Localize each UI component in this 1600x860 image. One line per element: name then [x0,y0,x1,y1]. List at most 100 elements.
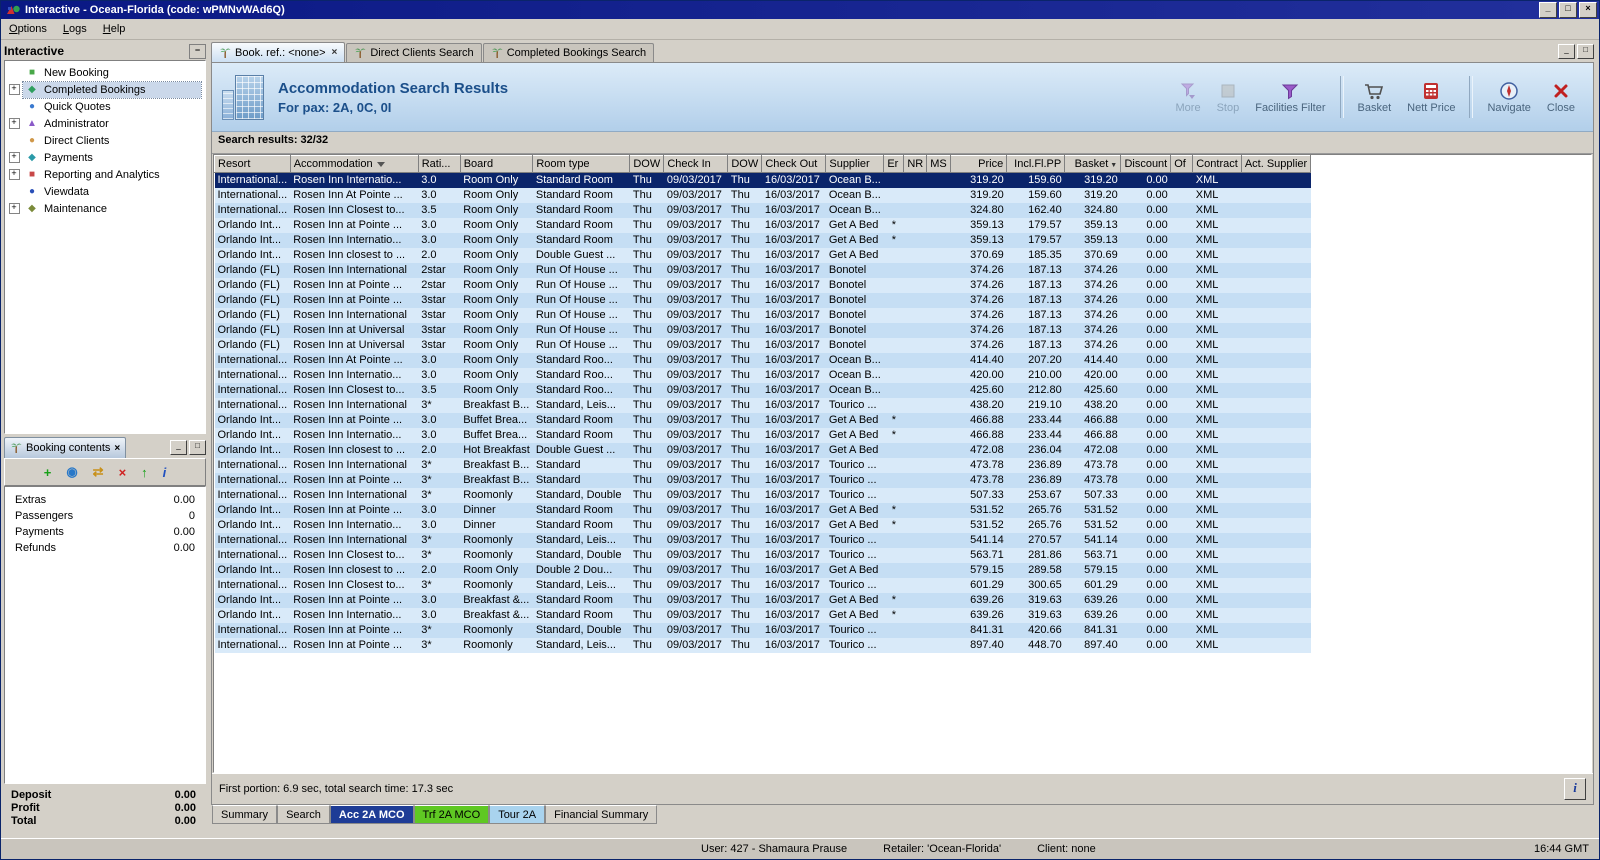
close-button[interactable]: Close [1539,80,1583,114]
menu-help[interactable]: Help [95,20,134,38]
table-row[interactable]: Orlando Int... Rosen Inn at Pointe ... 3.0… [214,217,1311,233]
table-row[interactable]: International... Rosen Inn Internatio... 3… [214,367,1311,383]
expand-icon[interactable]: + [8,203,20,214]
bottom-tab-acc-2a-mco[interactable]: Acc 2A MCO [329,805,414,824]
booking-contents-row[interactable]: Refunds 0.00 [5,540,205,556]
sidebar-item-reporting-and-analytics[interactable]: + ■ Reporting and Analytics [5,166,205,183]
minimize-button[interactable]: _ [1539,2,1557,18]
column-header-check-out[interactable]: Check Out [761,155,827,173]
column-header-supplier[interactable]: Supplier [825,155,885,173]
table-row[interactable]: Orlando Int... Rosen Inn Internatio... 3.0… [214,427,1311,443]
minimize-child-button[interactable]: _ [1558,44,1575,59]
filter-icon[interactable] [376,161,385,167]
column-header-contract[interactable]: Contract [1192,155,1242,173]
table-row[interactable]: Orlando (FL) Rosen Inn at Pointe ... 3star… [214,292,1311,308]
nett-price-button[interactable]: Nett Price [1399,80,1463,114]
column-header-ms[interactable]: MS [926,155,952,173]
column-header-act-supplier[interactable]: Act. Supplier [1240,155,1312,173]
more-button[interactable]: More [1168,80,1209,114]
table-row[interactable]: Orlando Int... Rosen Inn closest to ... 2.… [214,247,1311,263]
collapse-sidebar-button[interactable]: − [189,43,206,59]
stop-button[interactable]: Stop [1209,80,1248,114]
bottom-tab-financial-summary[interactable]: Financial Summary [545,805,658,824]
table-row[interactable]: Orlando (FL) Rosen Inn at Universal 3star R… [214,337,1311,353]
booking-contents-row[interactable]: Passengers 0 [5,508,205,524]
sidebar-item-administrator[interactable]: + ▲ Administrator [5,115,205,132]
column-header-rati[interactable]: Rati... [417,155,461,173]
expand-icon[interactable]: + [8,84,20,95]
transfer-icon[interactable]: ⇄ [93,464,104,480]
column-header-of[interactable]: Of [1170,155,1194,173]
table-row[interactable]: Orlando Int... Rosen Inn closest to ... 2.… [214,442,1311,458]
info-icon[interactable]: i [163,465,167,480]
menu-logs[interactable]: Logs [55,20,95,38]
facilities-filter-button[interactable]: Facilities Filter [1247,80,1333,114]
table-row[interactable]: International... Rosen Inn at Pointe ... 3… [214,622,1311,638]
booking-contents-row[interactable]: Payments 0.00 [5,524,205,540]
booking-contents-row[interactable]: Extras 0.00 [5,492,205,508]
column-header-dow[interactable]: DOW [727,155,763,173]
close-tab-icon[interactable]: × [332,47,338,58]
table-row[interactable]: International... Rosen Inn at Pointe ... 3… [214,472,1311,488]
table-row[interactable]: Orlando (FL) Rosen Inn International 2star… [214,262,1311,278]
tab-direct-clients-search[interactable]: Direct Clients Search [346,43,482,62]
column-header-er[interactable]: Er [883,155,905,173]
table-row[interactable]: Orlando Int... Rosen Inn at Pointe ... 3.0… [214,592,1311,608]
table-row[interactable]: Orlando Int... Rosen Inn at Pointe ... 3.0… [214,502,1311,518]
table-row[interactable]: Orlando Int... Rosen Inn closest to ... 2.… [214,562,1311,578]
table-row[interactable]: International... Rosen Inn at Pointe ... 3… [214,637,1311,653]
table-row[interactable]: Orlando (FL) Rosen Inn International 3star… [214,307,1311,323]
table-row[interactable]: Orlando Int... Rosen Inn Internatio... 3.0… [214,517,1311,533]
info-button[interactable]: i [1564,778,1586,800]
column-header-basket[interactable]: Basket ▼ [1064,155,1122,173]
restore-child-button[interactable]: □ [1577,44,1594,59]
basket-button[interactable]: Basket [1350,80,1400,114]
sidebar-item-new-booking[interactable]: ■ New Booking [5,64,205,81]
tab-book-ref-none[interactable]: Book. ref.: <none> × [211,42,346,62]
column-header-discount[interactable]: Discount [1120,155,1172,173]
navigate-button[interactable]: Navigate [1479,80,1538,114]
sidebar-item-completed-bookings[interactable]: + ◆ Completed Bookings [5,80,205,99]
sidebar-item-maintenance[interactable]: + ◆ Maintenance [5,200,205,217]
minimize-panel-button[interactable]: _ [170,440,187,455]
table-row[interactable]: International... Rosen Inn International 3… [214,487,1311,503]
delete-item-icon[interactable]: × [119,465,127,480]
sidebar-item-viewdata[interactable]: ● Viewdata [5,183,205,200]
table-row[interactable]: International... Rosen Inn Closest to... 3… [214,202,1311,218]
table-row[interactable]: International... Rosen Inn Internatio... 3… [214,172,1311,188]
globe-search-icon[interactable]: ◉ [66,464,77,480]
move-up-icon[interactable]: ↑ [141,465,148,480]
bottom-tab-search[interactable]: Search [277,805,330,824]
table-row[interactable]: International... Rosen Inn At Pointe ... 3… [214,187,1311,203]
bottom-tab-summary[interactable]: Summary [212,805,278,824]
table-row[interactable]: International... Rosen Inn At Pointe ... 3… [214,352,1311,368]
table-row[interactable]: Orlando Int... Rosen Inn Internatio... 3.0… [214,232,1311,248]
column-header-accommodation[interactable]: Accommodation [289,155,419,173]
expand-icon[interactable]: + [8,118,20,129]
table-row[interactable]: Orlando (FL) Rosen Inn at Universal 3star R… [214,322,1311,338]
table-row[interactable]: Orlando Int... Rosen Inn at Pointe ... 3.0… [214,412,1311,428]
expand-icon[interactable]: + [8,152,20,163]
column-header-room-type[interactable]: Room type [532,155,631,173]
menu-options[interactable]: Options [1,20,55,38]
table-row[interactable]: International... Rosen Inn International 3… [214,457,1311,473]
table-row[interactable]: Orlando (FL) Rosen Inn at Pointe ... 2star… [214,277,1311,293]
sidebar-item-quick-quotes[interactable]: ● Quick Quotes [5,98,205,115]
column-header-resort[interactable]: Resort [214,155,291,173]
column-header-incl-fl-pp[interactable]: Incl.Fl.PP [1006,155,1066,173]
bottom-tab-trf-2a-mco[interactable]: Trf 2A MCO [413,805,490,824]
table-row[interactable]: International... Rosen Inn Closest to... 3… [214,577,1311,593]
column-header-board[interactable]: Board [459,155,534,173]
close-button[interactable]: × [1579,2,1597,18]
booking-contents-tab[interactable]: Booking contents × [4,437,127,458]
close-booking-contents-icon[interactable]: × [114,443,120,454]
add-item-icon[interactable]: + [44,465,52,480]
sidebar-item-payments[interactable]: + ◆ Payments [5,149,205,166]
table-row[interactable]: Orlando Int... Rosen Inn Internatio... 3.0… [214,607,1311,623]
sidebar-item-direct-clients[interactable]: ● Direct Clients [5,132,205,149]
column-header-check-in[interactable]: Check In [663,155,729,173]
maximize-button[interactable]: □ [1559,2,1577,18]
tab-completed-bookings-search[interactable]: Completed Bookings Search [482,43,655,62]
table-row[interactable]: International... Rosen Inn Closest to... 3… [214,547,1311,563]
column-header-dow[interactable]: DOW [629,155,665,173]
